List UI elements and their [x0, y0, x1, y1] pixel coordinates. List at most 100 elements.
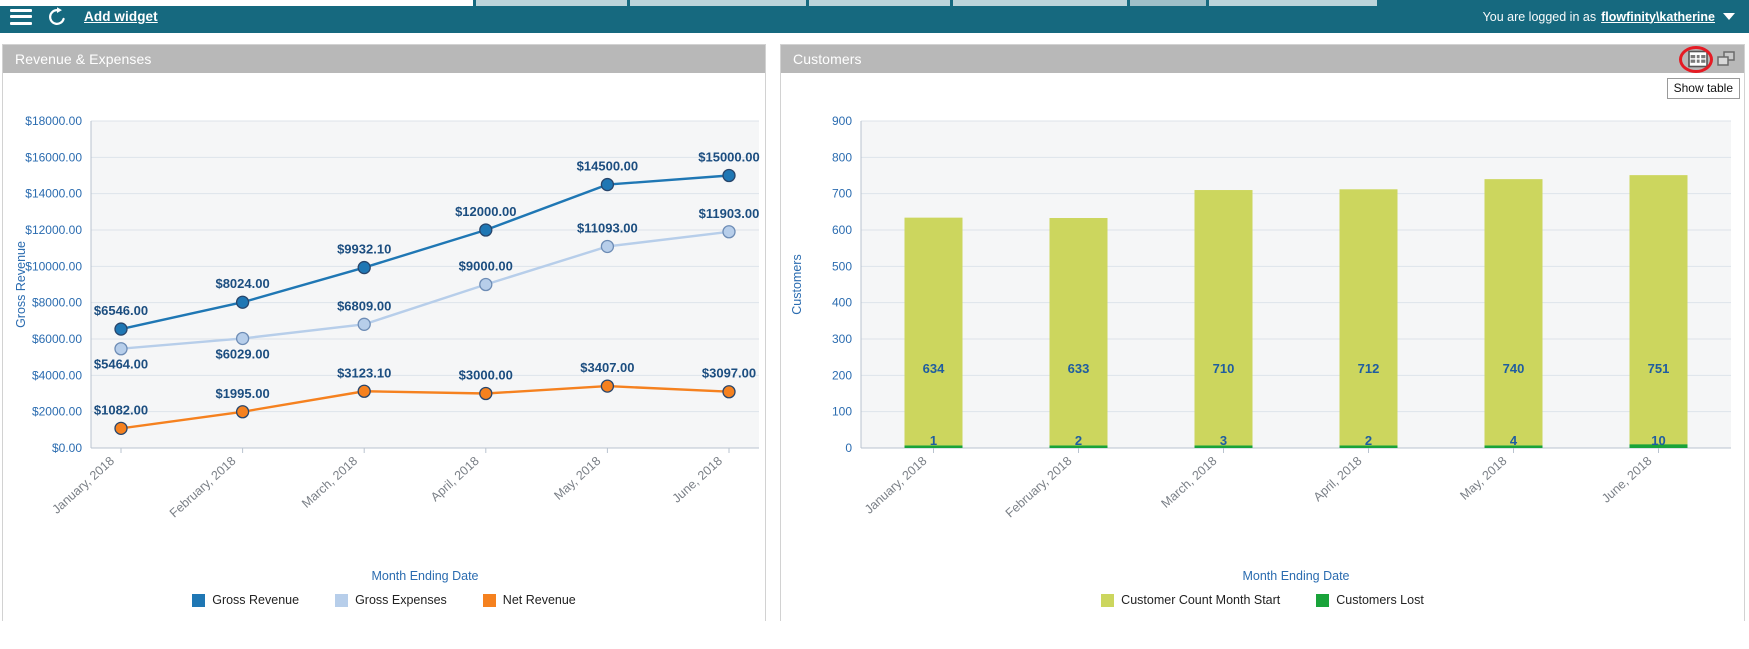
data-point[interactable]	[237, 296, 249, 308]
bar-customer-count[interactable]	[905, 218, 963, 448]
bar-value-label: 751	[1648, 361, 1670, 376]
data-point[interactable]	[115, 422, 127, 434]
y-tick-label: 0	[845, 441, 852, 455]
bar-value-label: 10	[1651, 433, 1665, 448]
data-point[interactable]	[358, 262, 370, 274]
data-point[interactable]	[480, 224, 492, 236]
legend-item-gross-revenue[interactable]: Gross Revenue	[192, 593, 299, 607]
data-point-label: $1995.00	[215, 386, 269, 401]
data-point[interactable]	[358, 385, 370, 397]
x-tick-label: February, 2018	[167, 454, 239, 521]
data-point[interactable]	[723, 226, 735, 238]
widget-revenue-expenses: Revenue & Expenses $0.00 $2000.00 $4000.00…	[2, 44, 766, 621]
widget-title-left: Revenue & Expenses	[15, 51, 151, 67]
widget-header-left: Revenue & Expenses	[3, 45, 765, 73]
y-tick-label: $14000.00	[25, 187, 82, 201]
y-tick-label: 600	[832, 223, 852, 237]
data-point-label: $8024.00	[215, 276, 269, 291]
data-point-label: $3097.00	[702, 366, 756, 381]
y-axis-title: Customers	[790, 254, 804, 314]
x-tick-label: June, 2018	[670, 454, 725, 506]
hamburger-menu-icon[interactable]	[10, 9, 32, 25]
logged-in-label: You are logged in as	[1483, 10, 1597, 24]
data-point[interactable]	[601, 179, 613, 191]
legend-item-gross-expenses[interactable]: Gross Expenses	[335, 593, 447, 607]
y-tick-label: 200	[832, 368, 852, 382]
bar-customer-count[interactable]	[1195, 190, 1253, 448]
data-point-label: $14500.00	[577, 159, 638, 174]
x-tick-label: January, 2018	[49, 454, 117, 517]
data-point[interactable]	[723, 170, 735, 182]
data-point-label: $3407.00	[580, 360, 634, 375]
refresh-icon[interactable]	[46, 6, 68, 28]
table-grid-icon[interactable]	[1688, 50, 1708, 68]
data-point[interactable]	[723, 386, 735, 398]
legend-label-customers-lost: Customers Lost	[1336, 593, 1424, 607]
widget-title-right: Customers	[793, 51, 862, 67]
popout-window-icon[interactable]	[1716, 50, 1736, 68]
legend-right: Customer Count Month Start Customers Los…	[781, 593, 1744, 607]
y-tick-label: $10000.00	[25, 259, 82, 273]
x-tick-label: March, 2018	[1159, 454, 1220, 511]
y-tick-label: $0.00	[52, 441, 82, 455]
bar-customer-count[interactable]	[1485, 179, 1543, 448]
y-tick-label: 800	[832, 150, 852, 164]
widget-toolbar-right	[1688, 45, 1736, 73]
data-point-label: $3123.10	[337, 365, 391, 380]
legend-item-net-revenue[interactable]: Net Revenue	[483, 593, 576, 607]
x-tick-label: January, 2018	[862, 454, 930, 517]
user-name-link[interactable]: flowfinity\katherine	[1601, 10, 1715, 24]
data-point[interactable]	[601, 240, 613, 252]
legend-item-customer-count[interactable]: Customer Count Month Start	[1101, 593, 1280, 607]
chevron-down-icon[interactable]	[1723, 13, 1735, 20]
data-point-label: $1082.00	[94, 402, 148, 417]
legend-left: Gross Revenue Gross Expenses Net Revenue	[3, 593, 765, 607]
y-tick-label: $4000.00	[32, 368, 82, 382]
data-point-label: $9932.10	[337, 242, 391, 257]
legend-label-customer-count: Customer Count Month Start	[1121, 593, 1280, 607]
legend-item-customers-lost[interactable]: Customers Lost	[1316, 593, 1424, 607]
bar-customer-count[interactable]	[1050, 218, 1108, 448]
data-point-label: $5464.00	[94, 357, 148, 372]
y-tick-label: 300	[832, 332, 852, 346]
data-point[interactable]	[237, 332, 249, 344]
bar-chart-svg: 0100200300400500600700800900Customers634…	[781, 73, 1744, 621]
bar-value-label: 740	[1503, 361, 1525, 376]
line-chart-svg: $0.00$2000.00$4000.00$6000.00$8000.00$10…	[3, 73, 767, 621]
data-point[interactable]	[480, 388, 492, 400]
data-point[interactable]	[601, 380, 613, 392]
legend-swatch-customers-lost	[1316, 594, 1329, 607]
top-toolbar: Add widget You are logged in as flowfini…	[0, 0, 1749, 33]
legend-swatch-gross-revenue	[192, 594, 205, 607]
bar-value-label: 1	[930, 433, 937, 448]
data-point[interactable]	[115, 323, 127, 335]
bar-value-label: 712	[1358, 361, 1380, 376]
data-point[interactable]	[358, 318, 370, 330]
data-point[interactable]	[480, 279, 492, 291]
bar-customer-count[interactable]	[1630, 175, 1688, 448]
x-tick-label: February, 2018	[1003, 454, 1075, 521]
bar-customer-count[interactable]	[1340, 189, 1398, 448]
legend-swatch-net-revenue	[483, 594, 496, 607]
data-point[interactable]	[115, 343, 127, 355]
y-tick-label: $2000.00	[32, 405, 82, 419]
x-tick-label: May, 2018	[551, 454, 603, 503]
data-point[interactable]	[237, 406, 249, 418]
data-point-label: $6809.00	[337, 298, 391, 313]
x-axis-title: Month Ending Date	[1242, 569, 1349, 583]
y-tick-label: 400	[832, 296, 852, 310]
widget-header-right: Customers	[781, 45, 1744, 73]
legend-label-gross-revenue: Gross Revenue	[212, 593, 299, 607]
bar-value-label: 3	[1220, 433, 1227, 448]
bar-value-label: 2	[1075, 433, 1082, 448]
y-tick-label: 900	[832, 114, 852, 128]
y-tick-label: 100	[832, 405, 852, 419]
y-tick-label: 700	[832, 187, 852, 201]
y-tick-label: 500	[832, 259, 852, 273]
x-tick-label: June, 2018	[1599, 454, 1654, 506]
data-point-label: $9000.00	[459, 259, 513, 274]
y-tick-label: $16000.00	[25, 150, 82, 164]
bar-value-label: 710	[1213, 361, 1235, 376]
add-widget-link[interactable]: Add widget	[84, 9, 158, 24]
data-point-label: $11903.00	[699, 206, 760, 221]
